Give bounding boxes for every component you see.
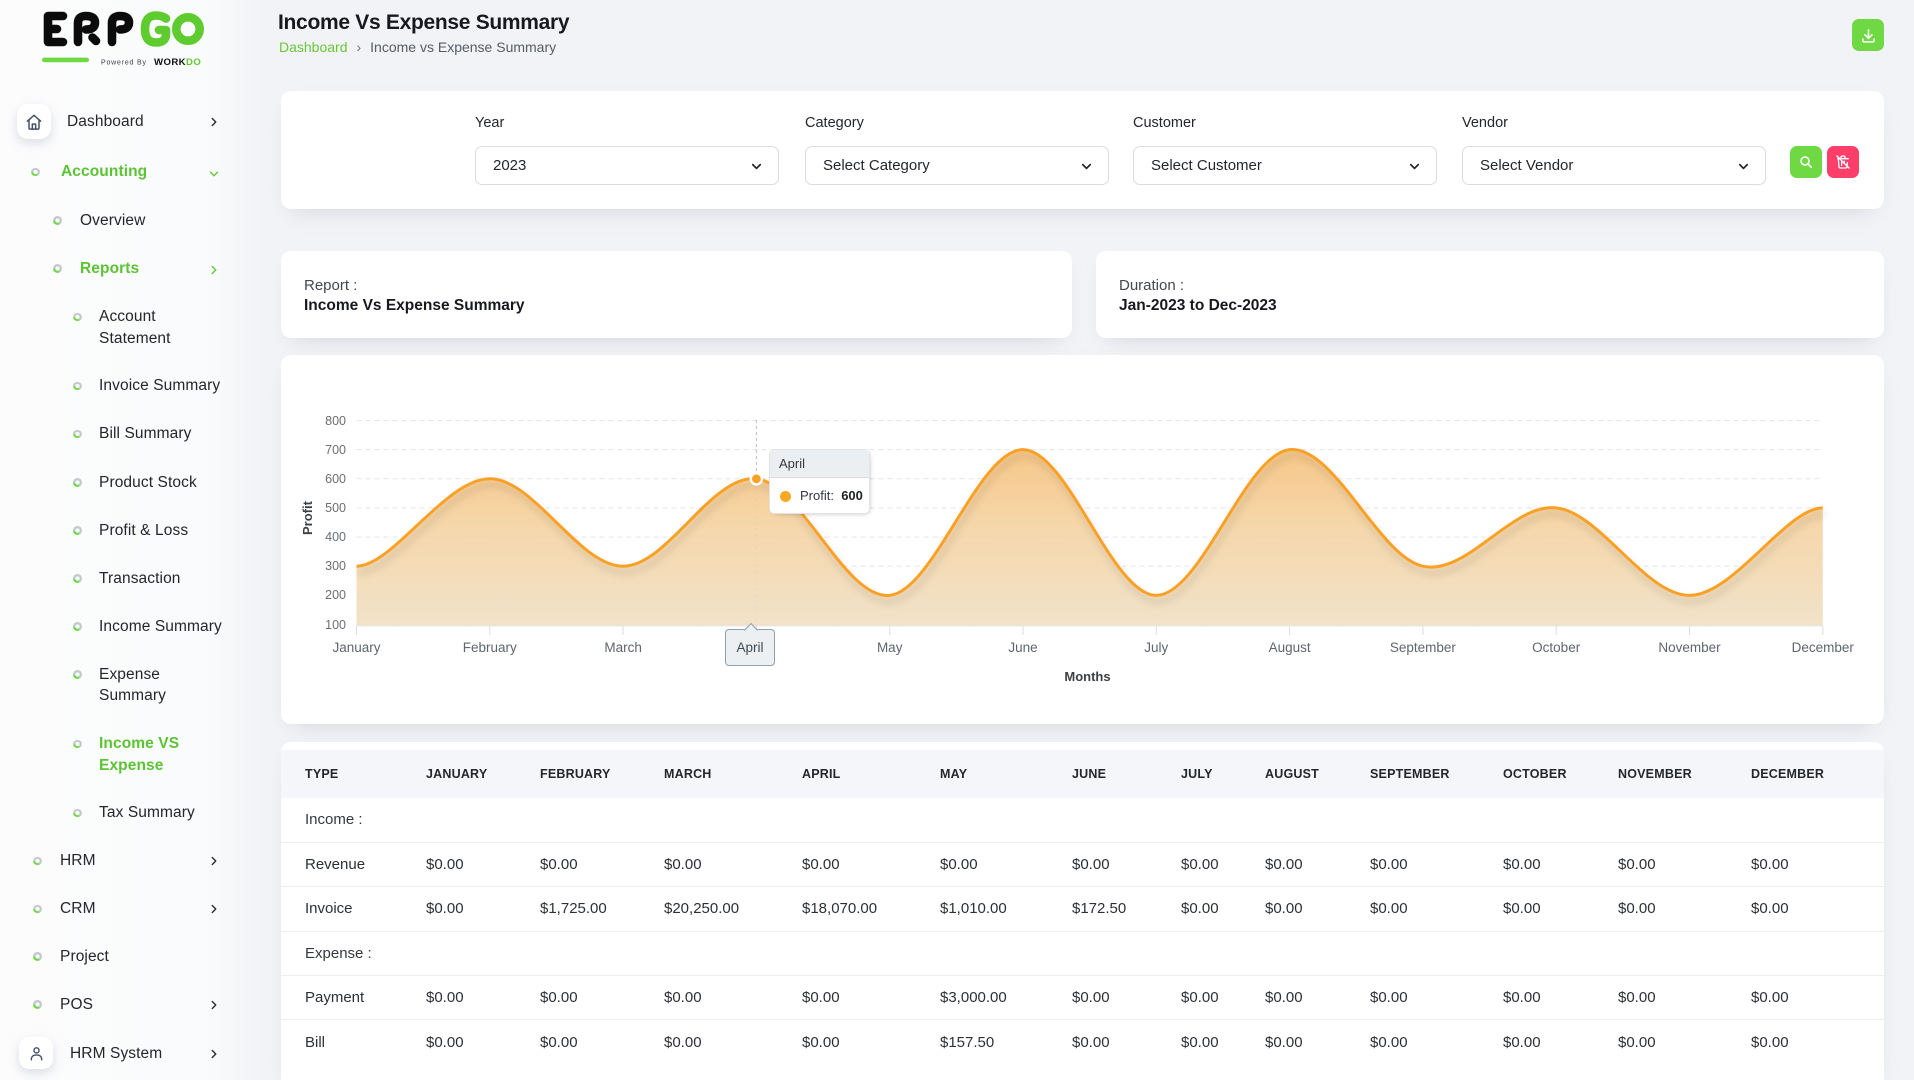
svg-text:March: March	[604, 640, 642, 655]
svg-text:WORKDO: WORKDO	[154, 57, 201, 66]
svg-text:Profit: Profit	[300, 500, 315, 535]
svg-text:May: May	[877, 640, 903, 655]
svg-text:400: 400	[325, 530, 346, 544]
svg-text:December: December	[1792, 640, 1855, 655]
svg-text:February: February	[463, 640, 517, 655]
svg-text:November: November	[1658, 640, 1721, 655]
svg-text:September: September	[1390, 640, 1457, 655]
svg-text:500: 500	[325, 501, 346, 515]
svg-text:August: August	[1269, 640, 1311, 655]
svg-text:June: June	[1008, 640, 1037, 655]
svg-text:700: 700	[325, 443, 346, 457]
svg-text:January: January	[332, 640, 380, 655]
svg-text:Powered By: Powered By	[101, 60, 147, 67]
svg-text:October: October	[1532, 640, 1581, 655]
svg-text:100: 100	[325, 618, 346, 632]
svg-text:300: 300	[325, 559, 346, 573]
svg-text:800: 800	[325, 414, 346, 428]
svg-text:Months: Months	[1064, 669, 1110, 684]
svg-text:600: 600	[325, 472, 346, 486]
svg-text:200: 200	[325, 588, 346, 602]
svg-text:July: July	[1144, 640, 1168, 655]
